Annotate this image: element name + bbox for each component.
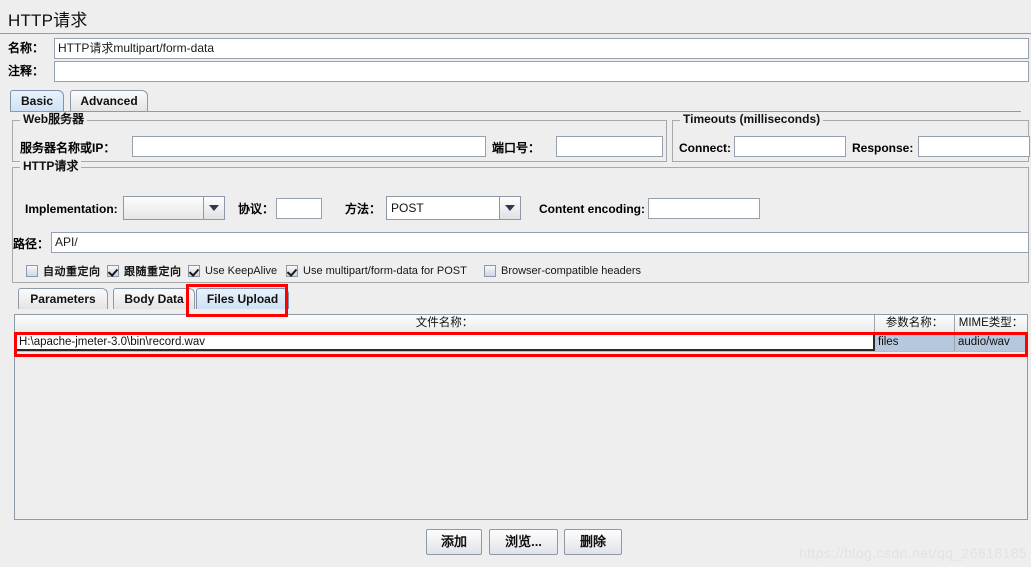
tab-body-data[interactable]: Body Data [113,288,195,309]
table-row[interactable]: H:\apache-jmeter-3.0\bin\record.wav file… [15,333,1027,352]
method-label: 方法： [345,202,382,216]
top-tab-strip: Basic Advanced [10,90,1020,112]
tab-basic[interactable]: Basic [10,90,64,111]
panel-title-bar: HTTP请求 [0,0,1031,34]
connect-label: Connect: [679,141,731,155]
add-button[interactable]: 添加 [426,529,482,555]
checkbox-icon[interactable] [107,265,119,277]
tab-underline [10,111,1021,112]
page-title: HTTP请求 [8,11,88,30]
table-empty-area[interactable] [15,352,1027,518]
port-input[interactable] [556,136,663,157]
comment-input[interactable] [54,61,1029,82]
response-label: Response: [852,141,914,155]
cell-mime[interactable]: audio/wav [955,333,1027,351]
tab-advanced[interactable]: Advanced [70,90,148,111]
cell-parameter[interactable]: files [875,333,955,351]
cell-filename[interactable]: H:\apache-jmeter-3.0\bin\record.wav [15,333,875,351]
tab-parameters[interactable]: Parameters [18,288,108,309]
port-label: 端口号： [492,141,541,155]
name-label: 名称： [8,41,45,55]
column-header-filename[interactable]: 文件名称： [15,315,875,332]
implementation-combo[interactable] [123,196,225,220]
response-input[interactable] [918,136,1030,157]
server-name-label: 服务器名称或IP： [20,141,116,155]
protocol-label: 协议： [238,202,275,216]
checkbox-auto-redirect[interactable]: 自动重定向 [26,263,101,279]
http-request-legend: HTTP请求 [20,160,82,173]
web-server-legend: Web服务器 [20,113,88,126]
method-combo[interactable]: POST [386,196,521,220]
checkbox-use-multipart[interactable]: Use multipart/form-data for POST [286,263,467,279]
timeouts-legend: Timeouts (milliseconds) [680,113,824,126]
chevron-down-icon[interactable] [203,197,224,219]
checkbox-follow-redirect[interactable]: 跟随重定向 [107,263,182,279]
comment-label: 注释： [8,64,45,78]
implementation-label: Implementation: [25,202,118,216]
bottom-tab-strip: Parameters Body Data Files Upload [18,288,1018,310]
checkbox-auto-redirect-label: 自动重定向 [43,266,101,278]
checkbox-follow-redirect-label: 跟随重定向 [124,266,182,278]
delete-button[interactable]: 删除 [564,529,622,555]
tab-files-upload[interactable]: Files Upload [196,288,289,309]
name-input[interactable]: HTTP请求multipart/form-data [54,38,1029,59]
chevron-down-icon[interactable] [499,197,520,219]
checkbox-icon[interactable] [484,265,496,277]
table-header-row: 文件名称： 参数名称： MIME类型： [15,315,1027,333]
browse-button[interactable]: 浏览... [489,529,558,555]
method-value: POST [387,197,499,219]
column-header-mime[interactable]: MIME类型： [955,315,1027,332]
checkbox-icon[interactable] [286,265,298,277]
checkbox-icon[interactable] [26,265,38,277]
checkbox-use-keepalive[interactable]: Use KeepAlive [188,263,277,279]
checkbox-browser-compatible-headers[interactable]: Browser-compatible headers [484,263,641,279]
watermark-text: https://blog.csdn.net/qq_26618185 [798,545,1027,561]
path-input[interactable]: API/ [51,232,1029,253]
checkbox-use-multipart-label: Use multipart/form-data for POST [303,265,467,277]
comment-row: 注释： [8,61,44,82]
name-row: 名称： [8,38,44,59]
protocol-input[interactable] [276,198,322,219]
files-upload-table[interactable]: 文件名称： 参数名称： MIME类型： H:\apache-jmeter-3.0… [14,314,1028,520]
jmeter-http-request-panel: HTTP请求 名称： HTTP请求multipart/form-data 注释：… [0,0,1031,567]
content-encoding-input[interactable] [648,198,760,219]
server-name-input[interactable] [132,136,486,157]
content-encoding-label: Content encoding: [539,202,645,216]
path-label: 路径： [13,237,50,251]
checkbox-browser-compatible-headers-label: Browser-compatible headers [501,265,642,277]
column-header-parameter[interactable]: 参数名称： [875,315,955,332]
checkbox-use-keepalive-label: Use KeepAlive [205,265,278,277]
checkbox-icon[interactable] [188,265,200,277]
connect-input[interactable] [734,136,846,157]
